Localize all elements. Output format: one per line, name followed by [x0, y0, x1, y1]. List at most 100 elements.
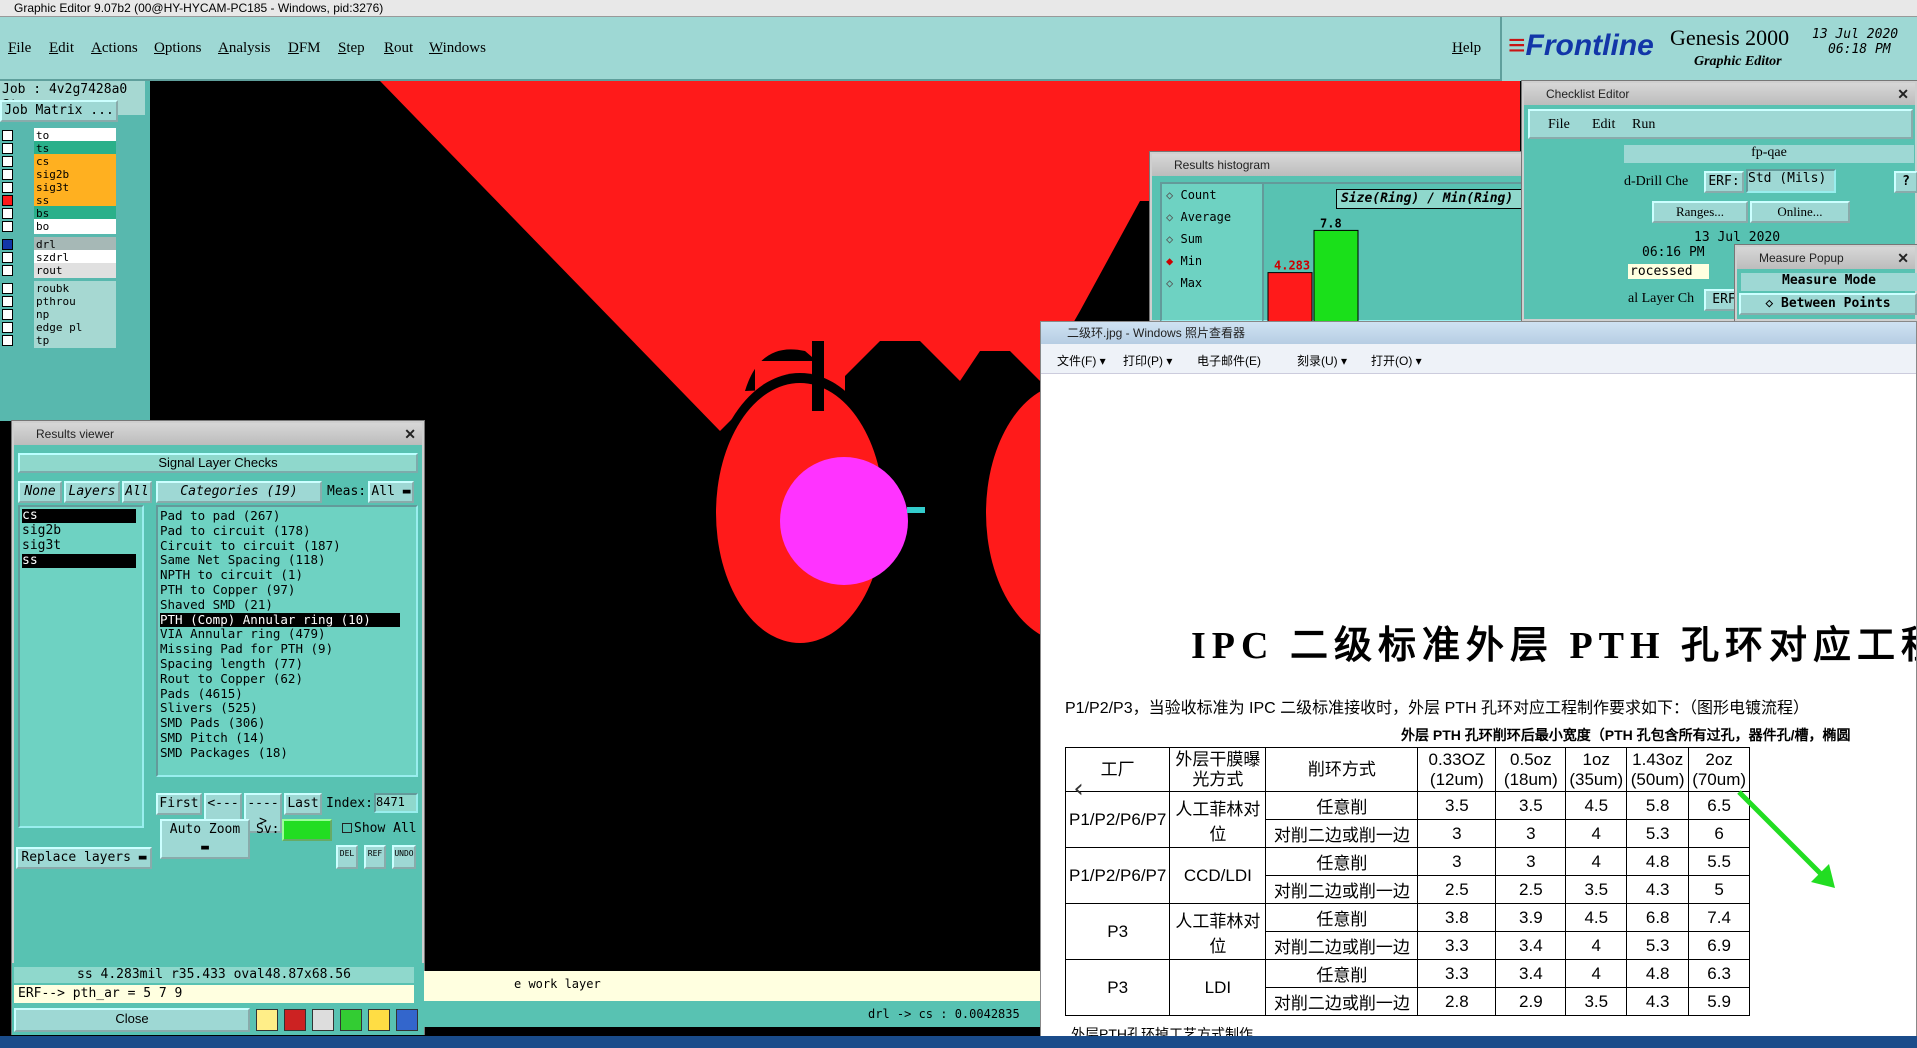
layer-checkbox[interactable] [2, 130, 13, 141]
layer-checkbox[interactable] [2, 195, 13, 206]
category-list-item[interactable]: Slivers (525) [160, 701, 400, 715]
show-all-checkbox[interactable] [342, 823, 352, 833]
layer-row-tp[interactable]: tp [0, 333, 118, 348]
layer-list[interactable]: cs sig2b sig3t ss [18, 505, 144, 828]
layer-row-rout[interactable]: rout [0, 263, 118, 278]
category-list-item[interactable]: Missing Pad for PTH (9) [160, 642, 400, 656]
category-list-item[interactable]: SMD Packages (18) [160, 745, 400, 760]
menu-dfm[interactable]: DFM [288, 40, 321, 57]
last-button[interactable]: Last [284, 793, 322, 815]
layer-name[interactable]: tp [34, 333, 116, 348]
histogram-option-average[interactable]: ◇ Average [1166, 210, 1231, 224]
ref-icon[interactable]: REF [364, 845, 386, 869]
ranges-button[interactable]: Ranges... [1652, 201, 1748, 223]
stop-icon[interactable] [284, 1009, 306, 1031]
layer-checkbox[interactable] [2, 239, 13, 250]
menu-analysis[interactable]: Analysis [218, 40, 271, 57]
photo-menu-open[interactable]: 打开(O) ▾ [1371, 352, 1422, 369]
layer-checkbox[interactable] [2, 322, 13, 333]
layer-checkbox[interactable] [2, 156, 13, 167]
layer-checkbox[interactable] [2, 169, 13, 180]
layer-name[interactable]: bo [34, 219, 116, 234]
layer-name[interactable]: rout [34, 263, 116, 278]
menu-options[interactable]: Options [154, 40, 202, 57]
category-list[interactable]: Pad to pad (267) Pad to circuit (178) Circ… [156, 505, 418, 777]
category-list-item[interactable]: Circuit to circuit (187) [160, 538, 400, 553]
category-list-item[interactable]: Same Net Spacing (118) [160, 553, 400, 567]
category-list-item[interactable]: Shaved SMD (21) [160, 597, 400, 612]
chevron-left-icon[interactable]: ‹ [1071, 769, 1095, 809]
help-button[interactable]: ? [1894, 171, 1917, 193]
first-button[interactable]: First [156, 793, 202, 815]
layers-none-button[interactable]: None [18, 481, 62, 503]
index-input[interactable]: 8471 [374, 793, 418, 813]
menu-windows[interactable]: Windows [429, 40, 486, 57]
layer-checkbox[interactable] [2, 296, 13, 307]
checklist-menu-file[interactable]: File [1548, 117, 1570, 133]
layer-list-item[interactable]: sig3t [22, 539, 136, 553]
layer-row-bo[interactable]: bo [0, 219, 118, 234]
layer-checkbox[interactable] [2, 143, 13, 154]
category-list-item[interactable]: SMD Pads (306) [160, 716, 400, 730]
category-list-item[interactable]: Pad to circuit (178) [160, 523, 400, 538]
layer-list-item[interactable]: ss [22, 554, 136, 568]
menu-file[interactable]: File [8, 40, 31, 57]
erf-value[interactable]: Std (Mils) [1746, 169, 1836, 193]
menu-step[interactable]: Step [338, 40, 365, 57]
meas-dropdown[interactable]: All ▬ [368, 481, 414, 503]
histogram-option-max[interactable]: ◇ Max [1166, 276, 1202, 290]
menu-edit[interactable]: Edit [49, 40, 74, 57]
category-list-item[interactable]: PTH (Comp) Annular ring (10) [160, 612, 400, 627]
del-icon[interactable]: DEL [336, 845, 358, 869]
chart-icon[interactable] [256, 1009, 278, 1031]
category-list-item[interactable]: PTH to Copper (97) [160, 583, 400, 597]
between-points-option[interactable]: ◇ Between Points [1739, 293, 1917, 315]
layer-checkbox[interactable] [2, 182, 13, 193]
category-list-item[interactable]: SMD Pitch (14) [160, 731, 400, 745]
close-icon[interactable]: ✕ [1897, 83, 1909, 105]
menu-rout[interactable]: Rout [384, 40, 413, 57]
photo-menu-file[interactable]: 文件(F) ▾ [1057, 352, 1106, 369]
photo-menu-burn[interactable]: 刻录(U) ▾ [1297, 352, 1347, 369]
layer-checkbox[interactable] [2, 335, 13, 346]
histogram-option-count[interactable]: ◇ Count [1166, 188, 1217, 202]
auto-zoom-dropdown[interactable]: Auto Zoom ▬ [160, 819, 250, 859]
checklist-menu-edit[interactable]: Edit [1592, 117, 1615, 133]
online-button[interactable]: Online... [1750, 201, 1850, 223]
erf-button[interactable]: ERF: [1704, 171, 1744, 193]
category-list-item[interactable]: VIA Annular ring (479) [160, 627, 400, 641]
close-icon[interactable]: ✕ [404, 423, 416, 445]
layer-checkbox[interactable] [2, 309, 13, 320]
menu-help[interactable]: Help [1452, 40, 1481, 57]
note-icon[interactable] [368, 1009, 390, 1031]
layer-list-item[interactable]: sig2b [22, 524, 136, 538]
checklist-menu-run[interactable]: Run [1632, 117, 1655, 133]
close-button[interactable]: Close [14, 1008, 250, 1032]
category-list-item[interactable]: Pad to pad (267) [160, 509, 400, 523]
sv-color-dropdown[interactable] [282, 819, 332, 841]
layer-checkbox[interactable] [2, 221, 13, 232]
category-list-item[interactable]: Rout to Copper (62) [160, 671, 400, 686]
layer-checkbox[interactable] [2, 208, 13, 219]
histogram-icon[interactable] [396, 1009, 418, 1031]
menu-actions[interactable]: Actions [91, 40, 138, 57]
layer-checkbox[interactable] [2, 283, 13, 294]
undo-icon[interactable]: UNDO [392, 845, 416, 869]
close-icon[interactable]: ✕ [1897, 247, 1909, 269]
check-icon[interactable] [340, 1009, 362, 1031]
table-cell: 3 [1417, 847, 1497, 876]
layer-checkbox[interactable] [2, 265, 13, 276]
replace-layers-dropdown[interactable]: Replace layers ▬ [16, 847, 152, 869]
job-matrix-button[interactable]: Job Matrix ... [0, 100, 118, 122]
layers-all-button[interactable]: All [122, 481, 152, 503]
layer-checkbox[interactable] [2, 252, 13, 263]
histogram-option-min[interactable]: ◆ Min [1166, 254, 1202, 268]
photo-menu-print[interactable]: 打印(P) ▾ [1123, 352, 1172, 369]
histogram-option-sum[interactable]: ◇ Sum [1166, 232, 1202, 246]
category-list-item[interactable]: Spacing length (77) [160, 657, 400, 671]
category-list-item[interactable]: Pads (4615) [160, 686, 400, 701]
category-list-item[interactable]: NPTH to circuit (1) [160, 568, 400, 582]
photo-menu-email[interactable]: 电子邮件(E) [1197, 352, 1261, 369]
delete-icon[interactable] [312, 1009, 334, 1031]
layer-list-item[interactable]: cs [22, 509, 136, 523]
